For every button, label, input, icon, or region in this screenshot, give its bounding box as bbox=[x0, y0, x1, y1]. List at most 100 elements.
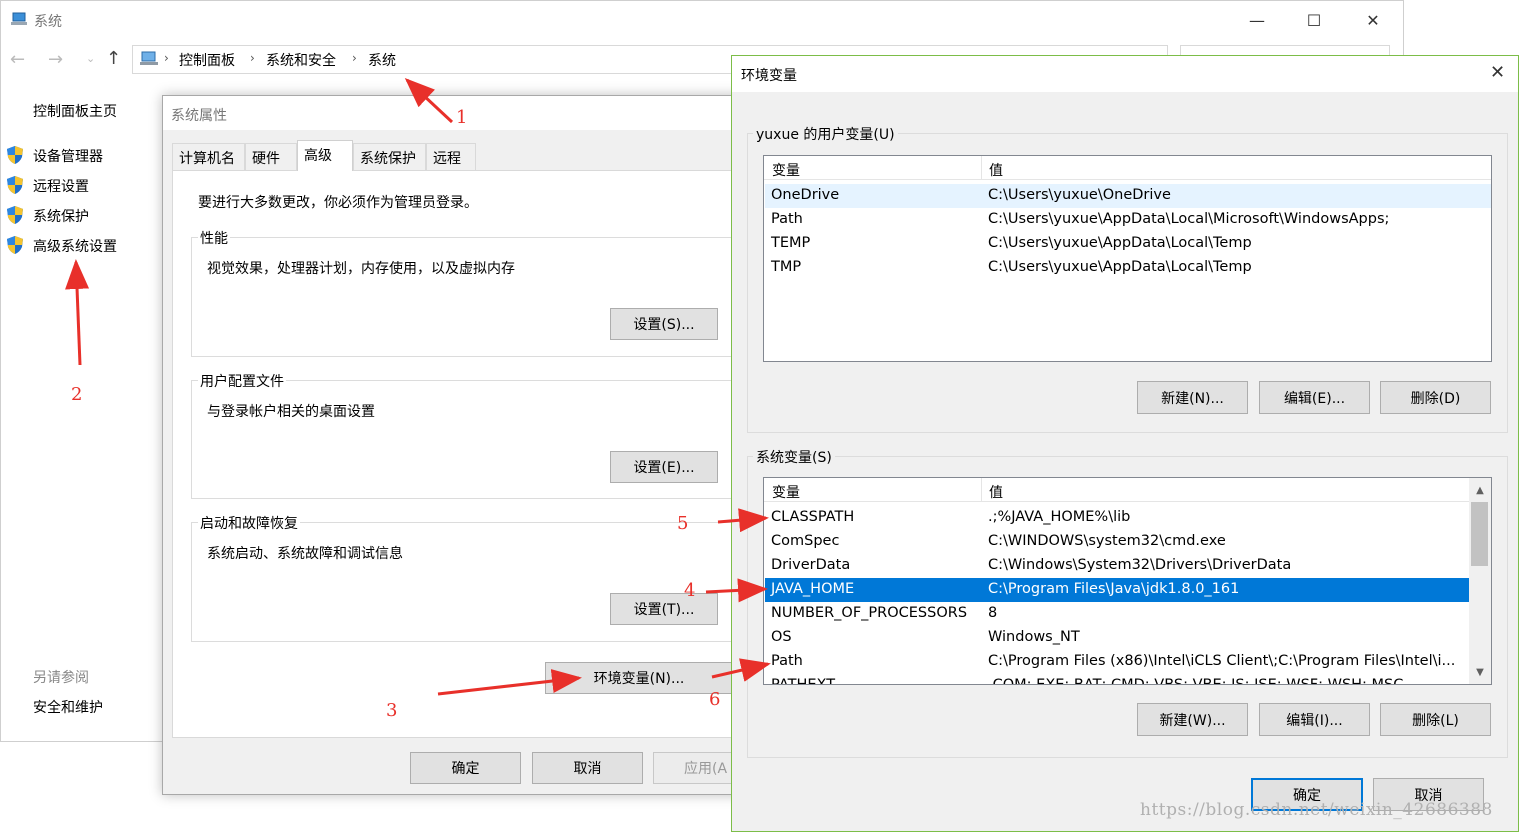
column-header-variable[interactable]: 变量 bbox=[772, 482, 800, 502]
table-row[interactable]: NUMBER_OF_PROCESSORS 8 bbox=[765, 602, 1469, 626]
table-row[interactable]: Path C:\Users\yuxue\AppData\Local\Micros… bbox=[765, 208, 1491, 232]
system-delete-button[interactable]: 删除(L) bbox=[1380, 703, 1491, 736]
dialog-title: 环境变量 bbox=[741, 68, 797, 84]
table-row[interactable]: CLASSPATH .;%JAVA_HOME%\lib bbox=[765, 506, 1469, 530]
dialog-titlebar bbox=[732, 56, 1518, 92]
group-description: 系统启动、系统故障和调试信息 bbox=[207, 546, 403, 562]
tab-advanced[interactable]: 高级 bbox=[297, 140, 353, 171]
admin-note: 要进行大多数更改，你必须作为管理员登录。 bbox=[198, 195, 478, 211]
column-header-value[interactable]: 值 bbox=[989, 160, 1003, 180]
variable-name: CLASSPATH bbox=[771, 509, 855, 525]
variable-value: C:\Program Files (x86)\Intel\iCLS Client… bbox=[988, 653, 1456, 669]
list-header: 变量 值 bbox=[764, 478, 1469, 502]
system-variables-title: 系统变量(S) bbox=[753, 447, 835, 467]
variable-value: C:\Users\yuxue\AppData\Local\Temp bbox=[988, 259, 1252, 275]
scrollbar[interactable]: ▲ ▼ bbox=[1469, 478, 1491, 684]
chevron-down-icon[interactable]: ⌄ bbox=[86, 52, 95, 65]
user-variables-title: yuxue 的用户变量(U) bbox=[753, 124, 898, 144]
shield-icon bbox=[7, 176, 23, 194]
table-row[interactable]: TEMP C:\Users\yuxue\AppData\Local\Temp bbox=[765, 232, 1491, 256]
scroll-up-icon[interactable]: ▲ bbox=[1469, 480, 1491, 500]
see-also-heading: 另请参阅 bbox=[33, 670, 89, 686]
breadcrumb-system-security[interactable]: 系统和安全 bbox=[266, 50, 336, 70]
table-row-selected[interactable]: JAVA_HOME C:\Program Files\Java\jdk1.8.0… bbox=[765, 578, 1469, 602]
annotation-number: 2 bbox=[71, 384, 83, 405]
variable-name: ComSpec bbox=[771, 533, 840, 549]
table-row[interactable]: PATHEXT .COM;.EXE;.BAT;.CMD;.VBS;.VBE;.J… bbox=[765, 674, 1469, 685]
sidebar-item-system-protection[interactable]: 系统保护 bbox=[33, 206, 89, 226]
sidebar-item-advanced-settings[interactable]: 高级系统设置 bbox=[33, 236, 117, 256]
sidebar-home-link[interactable]: 控制面板主页 bbox=[33, 101, 117, 121]
startup-recovery-settings-button[interactable]: 设置(T)... bbox=[610, 593, 718, 625]
environment-variables-button[interactable]: 环境变量(N)... bbox=[545, 662, 733, 694]
variable-value: C:\Program Files\Java\jdk1.8.0_161 bbox=[988, 581, 1240, 597]
tab-system-protection[interactable]: 系统保护 bbox=[353, 143, 426, 170]
variable-value: C:\Users\yuxue\OneDrive bbox=[988, 187, 1171, 203]
annotation-number: 5 bbox=[677, 513, 689, 534]
back-arrow-icon[interactable]: ← bbox=[10, 49, 25, 70]
shield-icon bbox=[7, 146, 23, 164]
column-header-variable[interactable]: 变量 bbox=[772, 160, 800, 180]
variable-value: Windows_NT bbox=[988, 629, 1080, 645]
annotation-number: 6 bbox=[709, 689, 721, 710]
table-row[interactable]: OS Windows_NT bbox=[765, 626, 1469, 650]
tab-remote[interactable]: 远程 bbox=[426, 143, 476, 170]
group-title: 性能 bbox=[198, 228, 230, 248]
user-profiles-settings-button[interactable]: 设置(E)... bbox=[610, 451, 718, 483]
window-title: 系统 bbox=[34, 14, 62, 30]
variable-name: TMP bbox=[771, 259, 802, 275]
maximize-button[interactable]: ☐ bbox=[1291, 6, 1337, 34]
group-description: 视觉效果，处理器计划，内存使用，以及虚拟内存 bbox=[207, 261, 515, 277]
control-panel-icon bbox=[140, 51, 158, 65]
column-divider[interactable] bbox=[981, 156, 982, 180]
user-new-button[interactable]: 新建(N)... bbox=[1137, 381, 1248, 414]
computer-icon bbox=[11, 12, 27, 25]
variable-name: TEMP bbox=[771, 235, 811, 251]
cancel-button[interactable]: 取消 bbox=[532, 752, 643, 784]
up-arrow-icon[interactable]: ↑ bbox=[106, 48, 121, 69]
system-variables-list[interactable]: 变量 值 CLASSPATH .;%JAVA_HOME%\lib ComSpec… bbox=[763, 477, 1492, 685]
variable-value: .COM;.EXE;.BAT;.CMD;.VBS;.VBE;.JS;.JSE;.… bbox=[988, 677, 1404, 685]
user-edit-button[interactable]: 编辑(E)... bbox=[1259, 381, 1370, 414]
tab-computer-name[interactable]: 计算机名 bbox=[172, 143, 245, 170]
ok-button[interactable]: 确定 bbox=[410, 752, 521, 784]
breadcrumb-separator: › bbox=[352, 51, 357, 65]
system-edit-button[interactable]: 编辑(I)... bbox=[1259, 703, 1370, 736]
breadcrumb-separator: › bbox=[250, 51, 255, 65]
table-row[interactable]: Path C:\Program Files (x86)\Intel\iCLS C… bbox=[765, 650, 1469, 674]
table-row[interactable]: ComSpec C:\WINDOWS\system32\cmd.exe bbox=[765, 530, 1469, 554]
column-divider[interactable] bbox=[981, 478, 982, 502]
forward-arrow-icon[interactable]: → bbox=[48, 49, 63, 70]
user-delete-button[interactable]: 删除(D) bbox=[1380, 381, 1491, 414]
close-icon[interactable]: ✕ bbox=[1490, 62, 1505, 83]
minimize-button[interactable]: — bbox=[1234, 6, 1280, 34]
variable-value: C:\WINDOWS\system32\cmd.exe bbox=[988, 533, 1226, 549]
table-row[interactable]: DriverData C:\Windows\System32\Drivers\D… bbox=[765, 554, 1469, 578]
list-header: 变量 值 bbox=[764, 156, 1491, 180]
variable-value: 8 bbox=[988, 605, 998, 621]
close-button[interactable]: ✕ bbox=[1350, 6, 1396, 34]
variable-name: JAVA_HOME bbox=[771, 581, 855, 597]
variable-name: NUMBER_OF_PROCESSORS bbox=[771, 605, 968, 621]
table-row[interactable]: TMP C:\Users\yuxue\AppData\Local\Temp bbox=[765, 256, 1491, 280]
sidebar-item-device-manager[interactable]: 设备管理器 bbox=[33, 146, 103, 166]
breadcrumb-system[interactable]: 系统 bbox=[368, 50, 396, 70]
performance-settings-button[interactable]: 设置(S)... bbox=[610, 308, 718, 340]
scrollbar-thumb[interactable] bbox=[1471, 502, 1488, 566]
breadcrumb-control-panel[interactable]: 控制面板 bbox=[179, 50, 235, 70]
sidebar-item-remote[interactable]: 远程设置 bbox=[33, 176, 89, 196]
system-new-button[interactable]: 新建(W)... bbox=[1137, 703, 1248, 736]
user-variables-list[interactable]: 变量 值 OneDrive C:\Users\yuxue\OneDrive Pa… bbox=[763, 155, 1492, 362]
column-header-value[interactable]: 值 bbox=[989, 482, 1003, 502]
shield-icon bbox=[7, 206, 23, 224]
variable-value: C:\Users\yuxue\AppData\Local\Temp bbox=[988, 235, 1252, 251]
breadcrumb-separator: › bbox=[164, 51, 169, 65]
security-maintenance-link[interactable]: 安全和维护 bbox=[33, 697, 103, 717]
apply-button[interactable]: 应用(A bbox=[653, 752, 733, 784]
scroll-down-icon[interactable]: ▼ bbox=[1469, 662, 1491, 682]
variable-name: OneDrive bbox=[771, 187, 840, 203]
variable-value: C:\Windows\System32\Drivers\DriverData bbox=[988, 557, 1292, 573]
shield-icon bbox=[7, 236, 23, 254]
table-row[interactable]: OneDrive C:\Users\yuxue\OneDrive bbox=[765, 184, 1491, 208]
tab-hardware[interactable]: 硬件 bbox=[245, 143, 297, 170]
